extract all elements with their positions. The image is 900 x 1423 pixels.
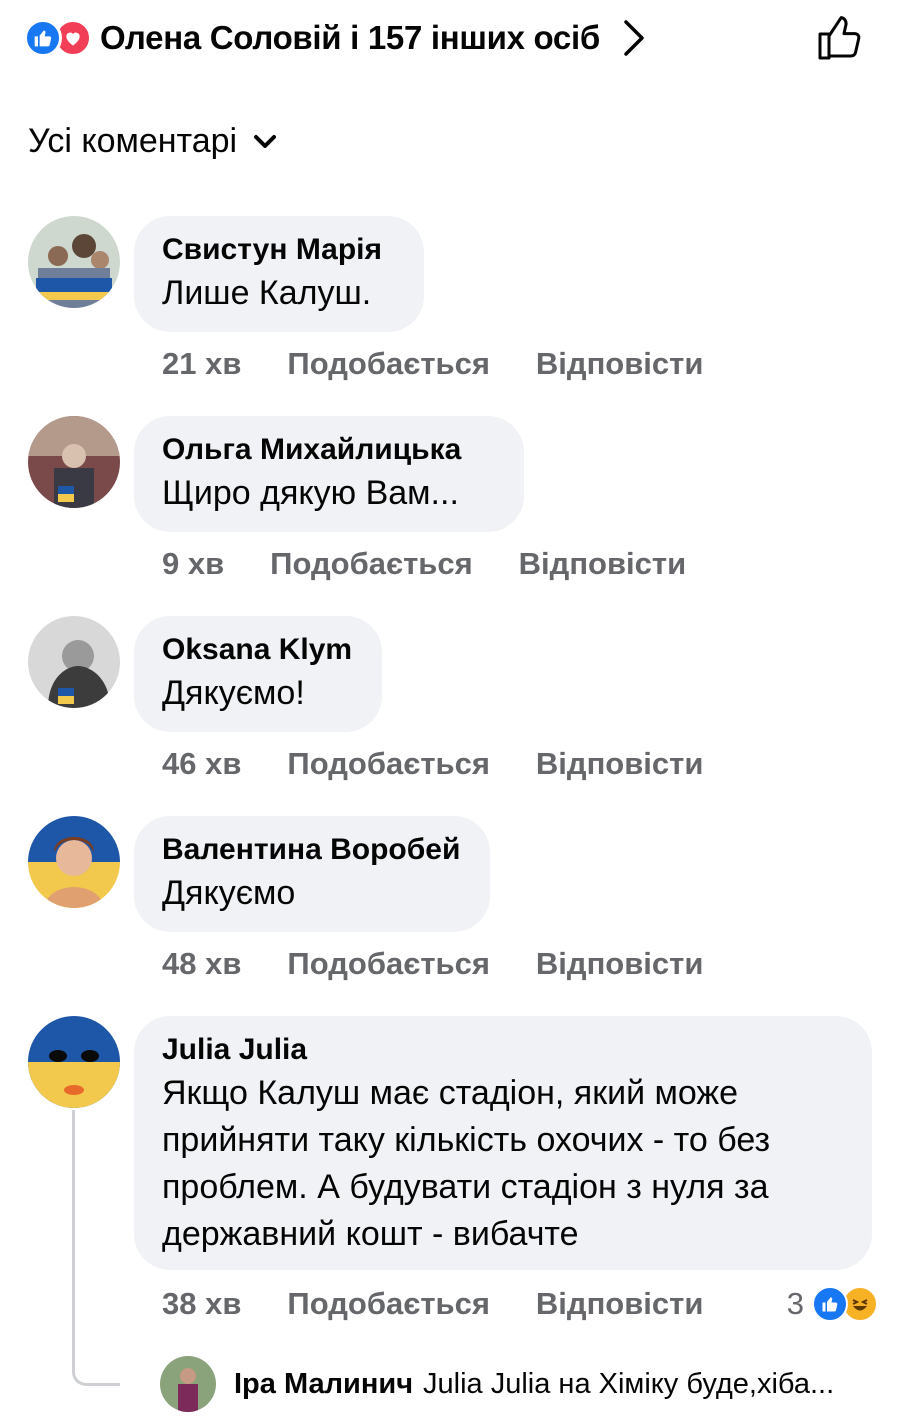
comment-bubble: Свистун Марія Лише Калуш. — [134, 216, 424, 332]
reply-text: Julia Julia на Хіміку буде,хіба... — [423, 1367, 835, 1400]
comment-time[interactable]: 9 хв — [162, 546, 224, 582]
comment-text-line: державний кошт - вибачте — [162, 1215, 579, 1253]
comment-text: Лише Калуш. — [162, 274, 372, 312]
reply-button[interactable]: Відповісти — [536, 746, 704, 782]
reply-button[interactable]: Відповісти — [519, 546, 687, 582]
comment-item: Валентина Воробей Дякуємо 48 хв Подобаєт… — [28, 816, 878, 996]
avatar[interactable] — [28, 416, 120, 508]
comment-text: Дякуємо — [162, 874, 296, 912]
reply-button[interactable]: Відповісти — [536, 946, 704, 982]
reply-button[interactable]: Відповісти — [536, 346, 704, 382]
filter-label[interactable]: Усі коментарі — [28, 122, 237, 161]
reply-button[interactable]: Відповісти — [536, 1286, 704, 1322]
like-button[interactable]: Подобається — [270, 546, 473, 582]
comment-item: Ольга Михайлицька Щиро дякую Вам... 9 хв… — [28, 416, 878, 596]
reactions-summary-text[interactable]: Олена Соловій і 157 інших осіб — [100, 19, 600, 57]
avatar[interactable] — [160, 1356, 216, 1412]
comment-author[interactable]: Свистун Марія — [162, 230, 396, 270]
comment-text-line: проблем. А будувати стадіон з нуля за — [162, 1168, 769, 1206]
comment-author[interactable]: Ольга Михайлицька — [162, 430, 496, 470]
chevron-right-icon[interactable] — [622, 18, 646, 58]
thread-connector-line — [72, 1110, 120, 1386]
avatar[interactable] — [28, 816, 120, 908]
reply-preview[interactable]: Іра Малинич Julia Julia на Хіміку буде,х… — [160, 1356, 880, 1412]
reply-author[interactable]: Іра Малинич — [234, 1368, 413, 1401]
comment-bubble: Валентина Воробей Дякуємо — [134, 816, 490, 932]
thumbs-up-outline-icon[interactable] — [814, 12, 864, 67]
comment-actions: 9 хв Подобається Відповісти — [162, 546, 686, 582]
comment-text: Щиро дякую Вам... — [162, 474, 459, 512]
comment-item: Свистун Марія Лише Калуш. 21 хв Подобаєт… — [28, 216, 878, 396]
comment-author[interactable]: Julia Julia — [162, 1030, 844, 1070]
like-button[interactable]: Подобається — [287, 746, 490, 782]
like-icon — [24, 19, 62, 57]
comment-actions: 48 хв Подобається Відповісти — [162, 946, 703, 982]
comment-time[interactable]: 38 хв — [162, 1286, 241, 1322]
comment-time[interactable]: 48 хв — [162, 946, 241, 982]
avatar[interactable] — [28, 1016, 120, 1108]
comment-item: Oksana Klym Дякуємо! 46 хв Подобається В… — [28, 616, 878, 796]
comment-author[interactable]: Валентина Воробей — [162, 830, 462, 870]
comment-text-line: прийняти таку кількість охочих - то без — [162, 1121, 771, 1159]
comment-author[interactable]: Oksana Klym — [162, 630, 354, 670]
comment-actions: 46 хв Подобається Відповісти — [162, 746, 703, 782]
comment-time[interactable]: 21 хв — [162, 346, 241, 382]
like-icon — [812, 1286, 848, 1322]
like-button[interactable]: Подобається — [287, 946, 490, 982]
comments-filter[interactable]: Усі коментарі — [28, 122, 277, 161]
avatar[interactable] — [28, 616, 120, 708]
comment-item: Julia Julia Якщо Калуш має стадіон, який… — [28, 1016, 878, 1336]
like-button[interactable]: Подобається — [287, 1286, 490, 1322]
comment-reactions[interactable]: 3 — [787, 1286, 878, 1322]
like-button[interactable]: Подобається — [287, 346, 490, 382]
comment-bubble: Julia Julia Якщо Калуш має стадіон, який… — [134, 1016, 872, 1270]
chevron-down-icon[interactable] — [253, 134, 277, 150]
comment-actions: 21 хв Подобається Відповісти — [162, 346, 703, 382]
comment-time[interactable]: 46 хв — [162, 746, 241, 782]
comment-bubble: Ольга Михайлицька Щиро дякую Вам... — [134, 416, 524, 532]
comment-actions: 38 хв Подобається Відповісти — [162, 1286, 703, 1322]
reaction-icons — [24, 19, 92, 57]
reactions-summary[interactable]: Олена Соловій і 157 інших осіб — [24, 10, 876, 66]
comment-bubble: Oksana Klym Дякуємо! — [134, 616, 382, 732]
avatar[interactable] — [28, 216, 120, 308]
comment-text-line: Якщо Калуш має стадіон, який може — [162, 1074, 739, 1112]
reaction-count: 3 — [786, 1286, 804, 1321]
comment-text: Дякуємо! — [162, 674, 305, 712]
